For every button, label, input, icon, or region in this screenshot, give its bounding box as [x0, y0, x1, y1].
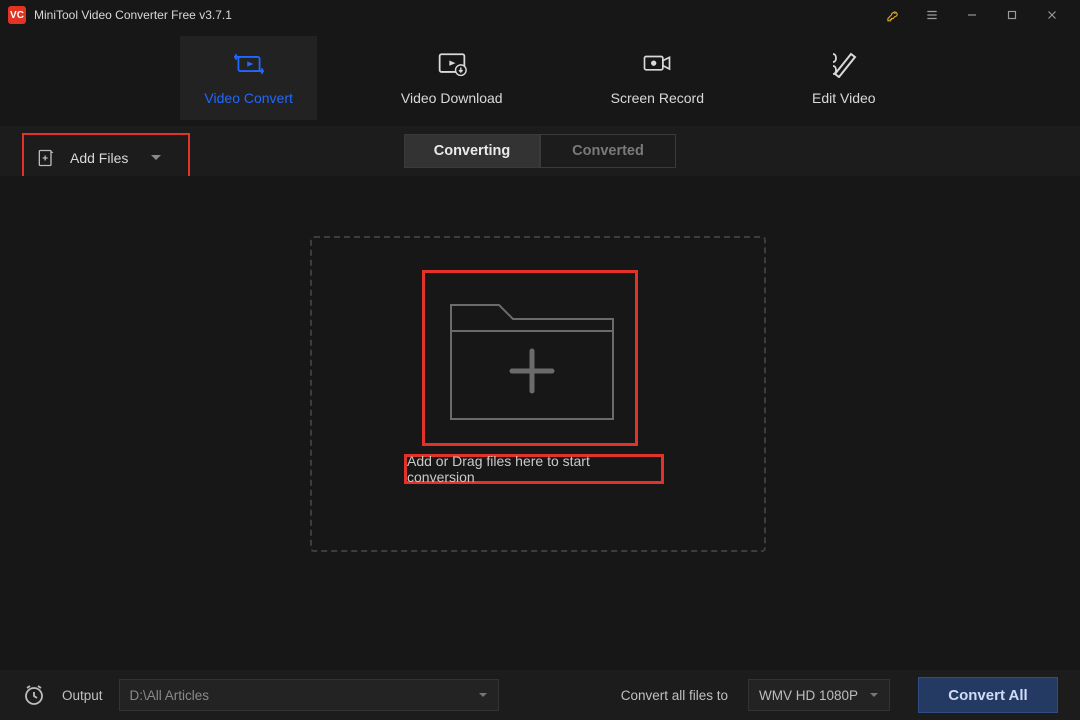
screen-record-icon	[642, 50, 672, 78]
bottom-bar: Output D:\All Articles Convert all files…	[0, 670, 1080, 720]
video-convert-icon	[234, 50, 264, 78]
chevron-down-icon	[869, 692, 879, 699]
convert-all-label: Convert all files to	[621, 688, 728, 703]
convert-all-button[interactable]: Convert All	[918, 677, 1058, 713]
tab-edit-video[interactable]: Edit Video	[788, 36, 900, 120]
video-download-icon	[437, 50, 467, 78]
title-bar: VC MiniTool Video Converter Free v3.7.1	[0, 0, 1080, 30]
segment-converted[interactable]: Converted	[540, 134, 676, 168]
status-segment: Converting Converted	[404, 134, 676, 168]
tab-label: Video Convert	[204, 90, 292, 106]
highlight-hint: Add or Drag files here to start conversi…	[404, 454, 664, 484]
add-files-label: Add Files	[70, 150, 128, 166]
toolbar: Add Files Converting Converted	[0, 126, 1080, 176]
chevron-down-icon	[478, 692, 488, 699]
highlight-folder	[422, 270, 638, 446]
key-icon[interactable]	[872, 0, 912, 30]
maximize-icon[interactable]	[992, 0, 1032, 30]
edit-video-icon	[829, 50, 859, 78]
tab-label: Screen Record	[611, 90, 704, 106]
clock-icon[interactable]	[22, 683, 46, 707]
format-value: WMV HD 1080P	[759, 688, 858, 703]
app-logo: VC	[8, 6, 26, 24]
tab-label: Edit Video	[812, 90, 876, 106]
tab-video-download[interactable]: Video Download	[377, 36, 527, 120]
output-path-select[interactable]: D:\All Articles	[119, 679, 499, 711]
format-select[interactable]: WMV HD 1080P	[748, 679, 890, 711]
folder-plus-icon	[437, 281, 627, 436]
segment-converting[interactable]: Converting	[404, 134, 540, 168]
drop-hint-text: Add or Drag files here to start conversi…	[407, 453, 661, 485]
output-path-value: D:\All Articles	[130, 688, 210, 703]
close-icon[interactable]	[1032, 0, 1072, 30]
menu-icon[interactable]	[912, 0, 952, 30]
app-title: MiniTool Video Converter Free v3.7.1	[34, 8, 872, 22]
chevron-down-icon	[150, 154, 162, 162]
tab-video-convert[interactable]: Video Convert	[180, 36, 316, 120]
add-file-icon	[36, 148, 56, 168]
minimize-icon[interactable]	[952, 0, 992, 30]
tab-label: Video Download	[401, 90, 503, 106]
tab-screen-record[interactable]: Screen Record	[587, 36, 728, 120]
main-area: Add or Drag files here to start conversi…	[0, 176, 1080, 670]
output-label: Output	[62, 688, 103, 703]
main-tabs: Video Convert Video Download Screen Reco…	[0, 30, 1080, 126]
